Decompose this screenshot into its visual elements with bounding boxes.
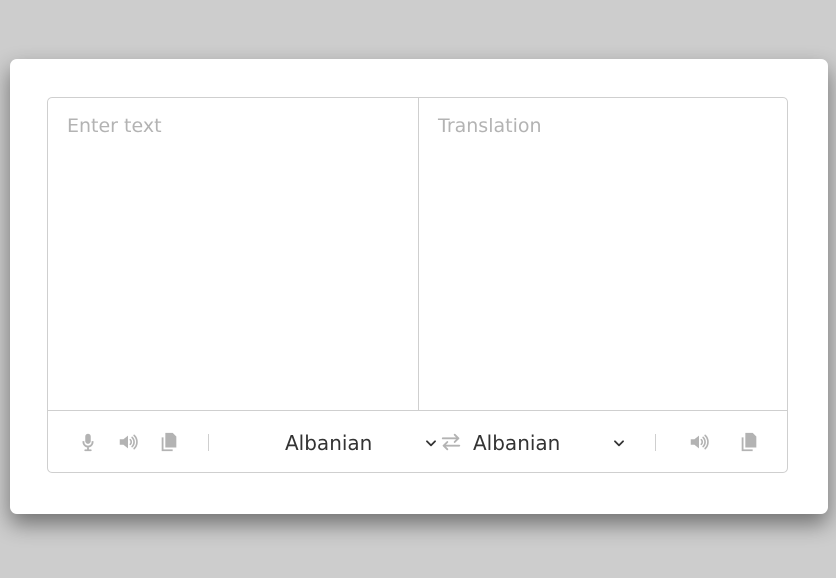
controls-bar: Albanian Albanian <box>48 410 787 474</box>
translator-card: Albanian Albanian <box>10 59 828 514</box>
separator <box>208 434 209 451</box>
from-language-select[interactable]: Albanian <box>285 427 435 459</box>
microphone-icon[interactable] <box>77 431 99 453</box>
target-speaker-icon[interactable] <box>688 431 710 453</box>
to-language-select[interactable]: Albanian <box>473 427 623 459</box>
translator-panel: Albanian Albanian <box>47 97 788 473</box>
swap-arrows-icon[interactable] <box>440 431 462 453</box>
source-copy-icon[interactable] <box>158 431 180 453</box>
target-copy-icon[interactable] <box>738 431 760 453</box>
translation-output[interactable] <box>419 98 787 411</box>
source-speaker-icon[interactable] <box>117 431 139 453</box>
separator <box>655 434 656 451</box>
source-text-input[interactable] <box>48 98 419 411</box>
